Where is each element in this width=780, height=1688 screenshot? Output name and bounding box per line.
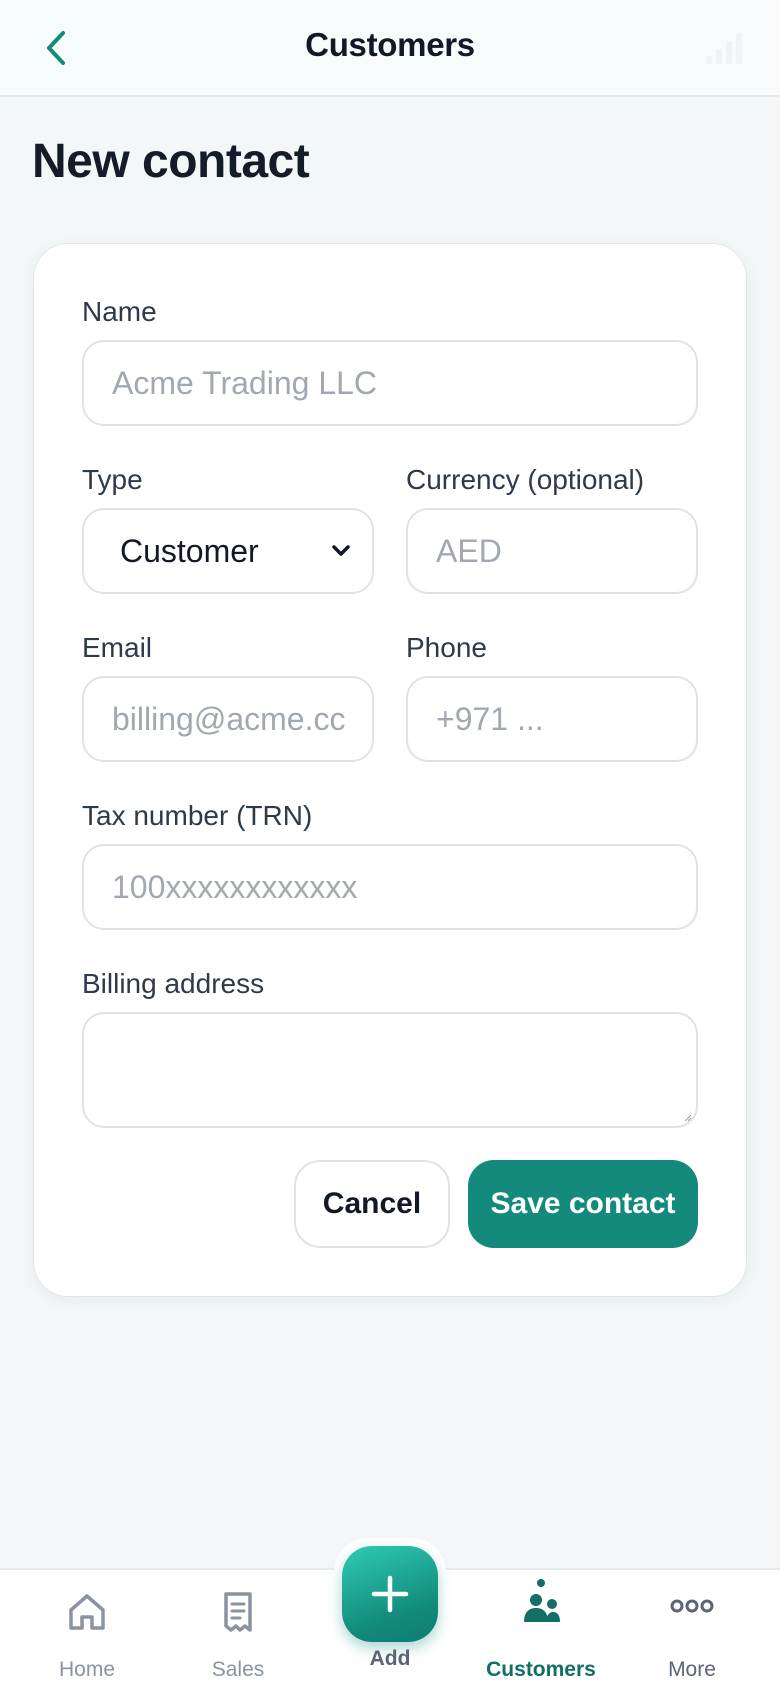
- receipt-icon: [224, 1592, 252, 1632]
- header-title: Customers: [305, 26, 475, 63]
- type-label: Type: [82, 464, 143, 495]
- resize-grip-icon[interactable]: [684, 1114, 692, 1122]
- nav-label-customers: Customers: [486, 1658, 596, 1681]
- nav-label-more: More: [668, 1658, 716, 1681]
- tax-number-placeholder: 100xxxxxxxxxxxx: [112, 868, 358, 905]
- add-fab-container: [334, 1538, 446, 1650]
- nav-label-add: Add: [369, 1647, 411, 1670]
- currency-input[interactable]: AED: [406, 508, 698, 594]
- phone-label: Phone: [406, 632, 487, 663]
- email-input[interactable]: billing@acme.cc: [82, 676, 374, 762]
- cancel-button[interactable]: Cancel: [294, 1160, 450, 1248]
- app-screen: Customers New contact Name Acme Trading …: [0, 0, 780, 1688]
- name-input[interactable]: Acme Trading LLC: [82, 340, 698, 426]
- phone-input[interactable]: +971 ...: [406, 676, 698, 762]
- billing-address-textarea[interactable]: [82, 1012, 698, 1128]
- signal-icon: [706, 33, 742, 64]
- phone-placeholder: +971 ...: [436, 700, 544, 737]
- email-placeholder: billing@acme.cc: [112, 700, 346, 737]
- plus-icon: [371, 1575, 409, 1613]
- top-bar: Customers: [0, 0, 780, 97]
- nav-label-home: Home: [58, 1658, 116, 1681]
- page-title: New contact: [32, 135, 310, 188]
- home-icon: [69, 1594, 105, 1630]
- more-dots-icon: [670, 1599, 714, 1613]
- email-label: Email: [82, 632, 153, 663]
- nav-item-sales[interactable]: Sales: [168, 1570, 308, 1688]
- chevron-down-icon: [332, 545, 350, 556]
- type-select[interactable]: Customer: [82, 508, 374, 594]
- billing-address-label: Billing address: [82, 968, 265, 999]
- nav-label-sales: Sales: [211, 1658, 265, 1681]
- contact-form-card: Name Acme Trading LLC Type Customer Curr…: [34, 244, 746, 1296]
- type-selected-value: Customer: [120, 532, 259, 569]
- tax-number-label: Tax number (TRN): [82, 800, 313, 831]
- nav-item-more[interactable]: More: [622, 1570, 762, 1688]
- name-placeholder: Acme Trading LLC: [112, 364, 378, 401]
- nav-item-home[interactable]: Home: [17, 1570, 157, 1688]
- currency-label: Currency (optional): [406, 464, 645, 495]
- name-label: Name: [82, 296, 157, 327]
- tax-number-input[interactable]: 100xxxxxxxxxxxx: [82, 844, 698, 930]
- add-button[interactable]: [342, 1546, 438, 1642]
- people-icon: [524, 1579, 560, 1622]
- currency-placeholder: AED: [436, 532, 502, 569]
- nav-item-customers[interactable]: Customers: [471, 1570, 611, 1688]
- save-contact-button[interactable]: Save contact: [468, 1160, 698, 1248]
